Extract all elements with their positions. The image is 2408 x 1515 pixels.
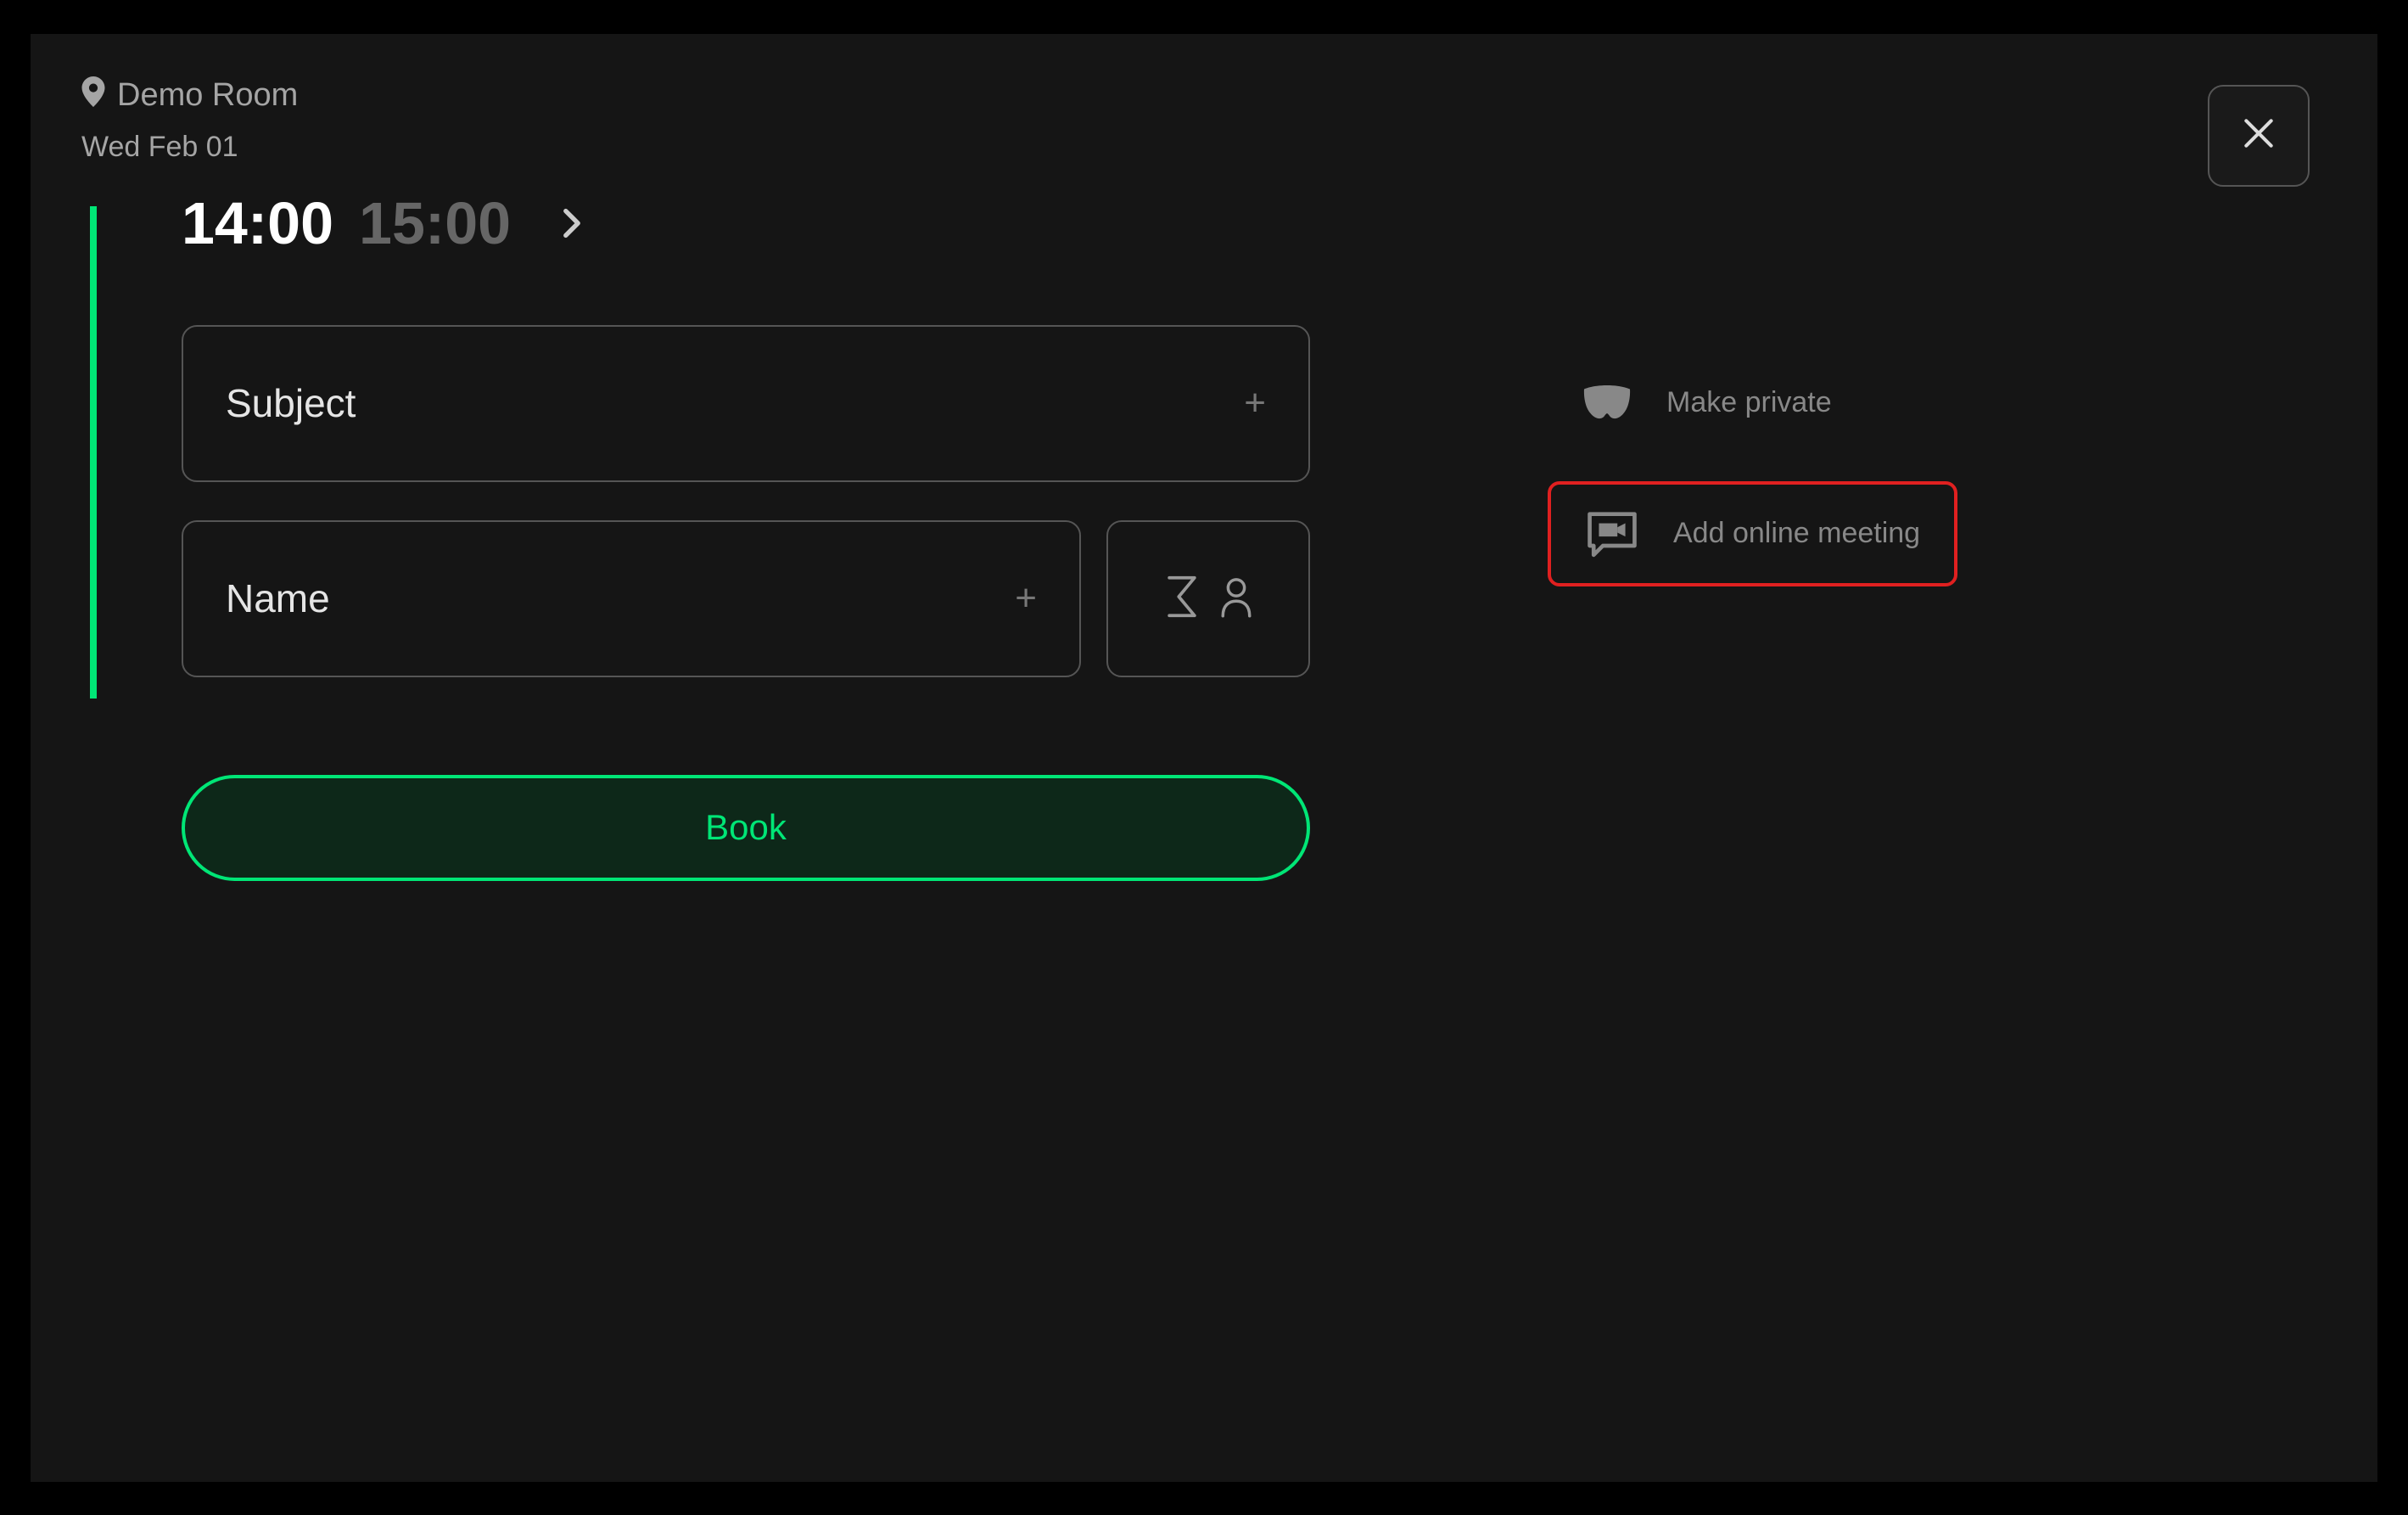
person-icon	[1218, 575, 1254, 623]
subject-input[interactable]: Subject +	[182, 325, 1310, 482]
book-button[interactable]: Book	[182, 775, 1310, 881]
add-online-meeting-label: Add online meeting	[1673, 517, 1920, 550]
plus-icon: +	[1015, 577, 1037, 620]
time-end: 15:00	[359, 189, 511, 257]
time-selector[interactable]: 14:00 15:00	[182, 189, 1310, 257]
mask-icon	[1582, 384, 1632, 422]
attendees-button[interactable]	[1106, 520, 1310, 677]
accent-bar	[90, 206, 97, 699]
make-private-label: Make private	[1666, 386, 1832, 419]
right-panel: Make private Add online meeting	[1548, 359, 1957, 881]
book-button-label: Book	[705, 807, 787, 848]
booking-dialog: Demo Room Wed Feb 01 14:00 15:00	[29, 32, 2379, 1484]
location-pin-icon	[81, 76, 105, 115]
room-name: Demo Room	[117, 77, 298, 114]
plus-icon: +	[1244, 382, 1266, 424]
dialog-content: 14:00 15:00 Subject + Name +	[81, 189, 2327, 881]
add-online-meeting-button[interactable]: Add online meeting	[1548, 481, 1957, 586]
chevron-right-icon	[562, 208, 582, 238]
name-input[interactable]: Name +	[182, 520, 1081, 677]
close-icon	[2240, 115, 2277, 156]
dialog-header: Demo Room Wed Feb 01	[81, 76, 2327, 164]
current-date: Wed Feb 01	[81, 131, 298, 164]
video-chat-icon	[1585, 510, 1639, 558]
sigma-icon	[1162, 575, 1201, 623]
name-placeholder: Name	[226, 575, 330, 621]
room-info: Demo Room Wed Feb 01	[81, 76, 298, 164]
time-start: 14:00	[182, 189, 333, 257]
form-section: 14:00 15:00 Subject + Name +	[182, 189, 1310, 881]
close-button[interactable]	[2208, 85, 2310, 187]
subject-placeholder: Subject	[226, 380, 356, 426]
make-private-button[interactable]: Make private	[1548, 359, 1957, 447]
name-row: Name +	[182, 520, 1310, 715]
room-name-row: Demo Room	[81, 76, 298, 115]
left-panel: 14:00 15:00 Subject + Name +	[81, 189, 1310, 881]
